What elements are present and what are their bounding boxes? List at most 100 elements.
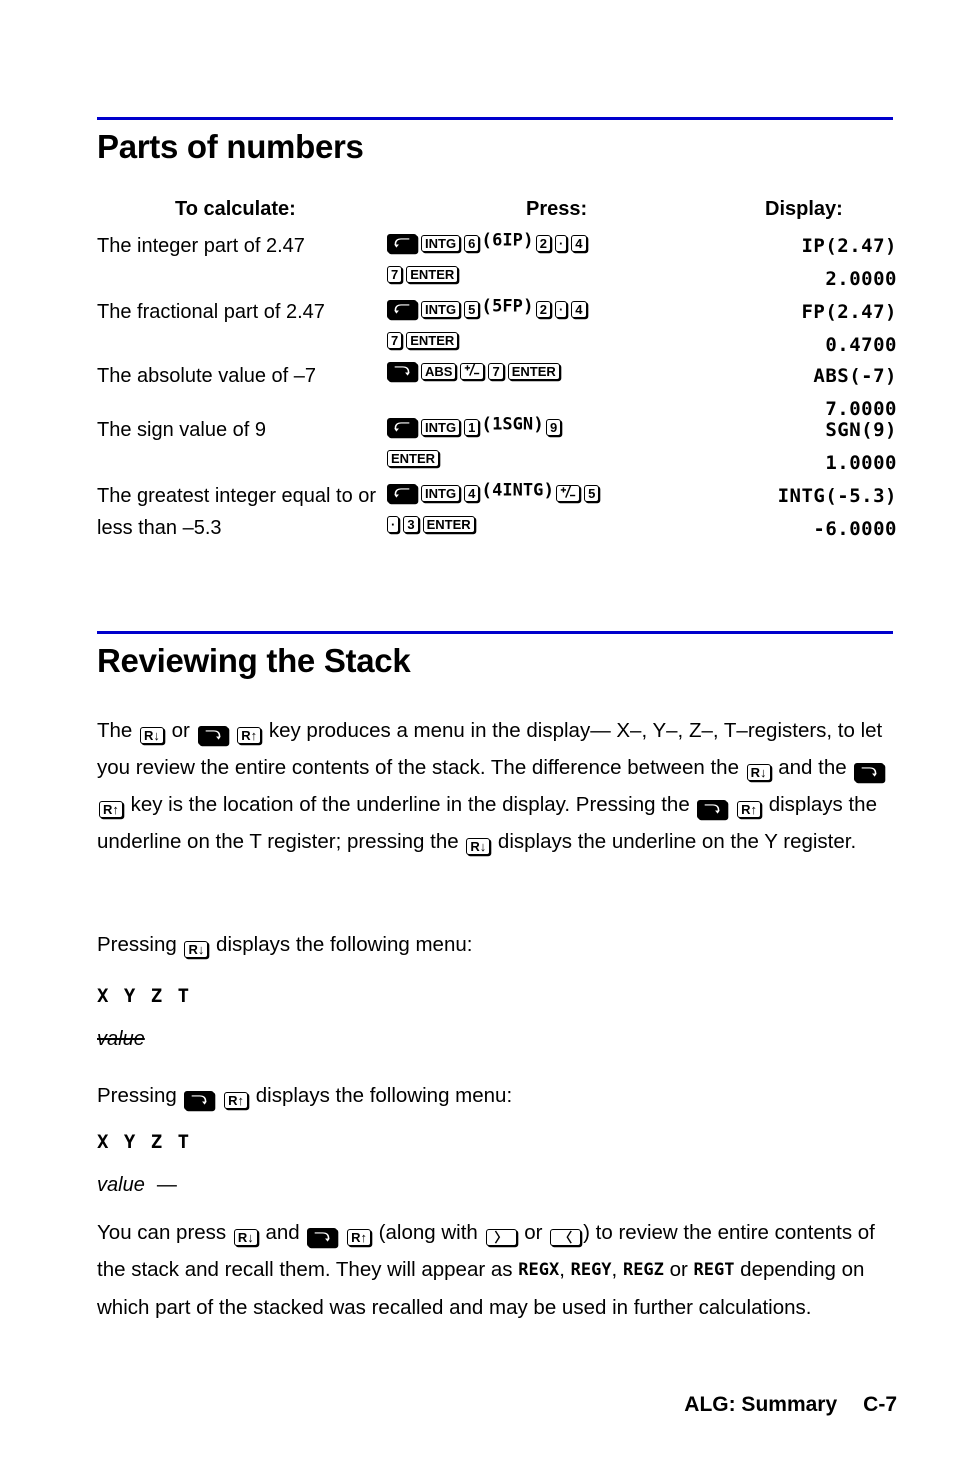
key-4[interactable]: 4 bbox=[571, 300, 587, 318]
key-enter[interactable]: ENTER bbox=[387, 450, 440, 467]
shift-left-arrow-key-icon[interactable] bbox=[387, 299, 417, 319]
keystroke-line: 7 ENTER bbox=[385, 263, 705, 296]
key-enter[interactable]: ENTER bbox=[406, 332, 459, 349]
key-2[interactable]: 2 bbox=[535, 234, 551, 252]
block1-menu-line: X Y Z T bbox=[97, 985, 192, 1007]
key-[interactable]: 〈 bbox=[550, 1229, 582, 1246]
table-row: The fractional part of 2.47 INTG 5 (5FP) 2 · 4… bbox=[97, 296, 897, 362]
keystroke-line: · 3 ENTER bbox=[385, 513, 705, 546]
paren: ( bbox=[481, 230, 493, 251]
key-[interactable]: · bbox=[554, 234, 568, 252]
shift-left-arrow-key-icon[interactable] bbox=[387, 417, 417, 437]
roll-down-key[interactable]: R↓ bbox=[466, 838, 491, 855]
row-description: The fractional part of 2.47 bbox=[97, 301, 325, 323]
roll-up-key[interactable]: R↑ bbox=[99, 801, 123, 818]
display-line: INTG(-5.3) bbox=[777, 485, 897, 507]
shift-right-arrow-key-icon[interactable] bbox=[184, 1091, 215, 1110]
roll-down-key[interactable]: R↓ bbox=[746, 764, 771, 781]
roll-up-key[interactable]: R↑ bbox=[237, 727, 262, 744]
roll-down-key[interactable]: R↓ bbox=[233, 1229, 258, 1246]
shift-right-arrow-key-icon[interactable] bbox=[197, 726, 228, 745]
plus-minus-key[interactable] bbox=[556, 484, 581, 502]
display-line: -6.0000 bbox=[813, 518, 897, 540]
key-[interactable]: · bbox=[554, 300, 568, 318]
roll-up-key[interactable]: R↑ bbox=[224, 1092, 249, 1109]
shift-right-arrow-key-icon[interactable] bbox=[387, 362, 417, 381]
row-description: The absolute value of –7 bbox=[97, 365, 317, 387]
column-header-calculate: To calculate: bbox=[175, 198, 296, 220]
display-line: 2.0000 bbox=[825, 268, 897, 290]
display-line: ABS(-7) bbox=[813, 365, 897, 387]
paren: ( bbox=[481, 480, 493, 501]
block1-lead-paragraph: Pressing R↓ displays the following menu: bbox=[97, 933, 473, 958]
paren: ) bbox=[522, 296, 534, 317]
key-intg[interactable]: INTG bbox=[421, 484, 461, 502]
display-line: 1.0000 bbox=[825, 452, 897, 474]
table-header-row: To calculate: Press: Display: bbox=[97, 198, 897, 228]
key-enter[interactable]: ENTER bbox=[406, 266, 459, 283]
display-line: SGN(9) bbox=[825, 419, 897, 441]
section-rule-stack bbox=[97, 631, 893, 634]
shift-right-arrow-key-icon[interactable] bbox=[854, 763, 885, 782]
table-row: The sign value of 9 INTG 1 (1SGN) 9 ENTER SGN(… bbox=[97, 414, 897, 480]
key-5[interactable]: 5 bbox=[464, 300, 480, 318]
table-row: The integer part of 2.47 INTG 6 (6IP) 2 · 4 7 EN… bbox=[97, 230, 897, 296]
keystroke-line: ABS 7 ENTER bbox=[385, 360, 705, 393]
key-enter[interactable]: ENTER bbox=[422, 516, 475, 533]
keystroke-line: INTG 6 (6IP) 2 · 4 bbox=[385, 230, 705, 263]
block2-menu-line: X Y Z T bbox=[97, 1131, 192, 1153]
key-intg[interactable]: INTG bbox=[421, 300, 461, 318]
page-title-parts: Parts of numbers bbox=[97, 128, 364, 165]
keystroke-line: INTG 1 (1SGN) 9 bbox=[385, 414, 705, 447]
key-3[interactable]: 3 bbox=[403, 516, 419, 533]
shift-right-arrow-key-icon[interactable] bbox=[697, 800, 728, 819]
roll-up-key[interactable]: R↑ bbox=[347, 1229, 371, 1246]
paren: ) bbox=[522, 230, 534, 251]
roll-down-key[interactable]: R↓ bbox=[140, 727, 164, 744]
shift-left-arrow-key-icon[interactable] bbox=[387, 233, 417, 253]
shift-right-arrow-key-icon[interactable] bbox=[307, 1228, 338, 1247]
key-abs[interactable]: ABS bbox=[421, 363, 457, 380]
stack-outro-paragraph: You can press R↓ and R↑ (along with 〉 or… bbox=[97, 1221, 875, 1320]
paren: ) bbox=[543, 480, 555, 501]
row-keystrokes: INTG 6 (6IP) 2 · 4 7 ENTER bbox=[385, 230, 705, 296]
key-5[interactable]: 5 bbox=[584, 484, 600, 502]
lcd-text: REGX bbox=[518, 1260, 560, 1281]
paren: ( bbox=[481, 414, 493, 435]
key-2[interactable]: 2 bbox=[535, 300, 551, 318]
key-1[interactable]: 1 bbox=[464, 418, 480, 436]
lcd-text: 4INTG bbox=[492, 480, 544, 501]
roll-up-key[interactable]: R↑ bbox=[737, 801, 762, 818]
block1-value-label: value bbox=[97, 1028, 145, 1051]
page-title-stack: Reviewing the Stack bbox=[97, 642, 411, 679]
key-6[interactable]: 6 bbox=[464, 234, 480, 252]
key-9[interactable]: 9 bbox=[545, 418, 562, 436]
table-row: The greatest integer equal to or less th… bbox=[97, 480, 897, 546]
lcd-text: REGT bbox=[693, 1260, 735, 1281]
shift-left-arrow-key-icon[interactable] bbox=[387, 483, 417, 503]
key-4[interactable]: 4 bbox=[571, 234, 587, 252]
key-[interactable]: 〉 bbox=[485, 1229, 517, 1246]
key-4[interactable]: 4 bbox=[464, 484, 480, 502]
key-7[interactable]: 7 bbox=[387, 332, 403, 349]
row-description: The integer part of 2.47 bbox=[97, 235, 305, 257]
key-7[interactable]: 7 bbox=[387, 266, 403, 283]
table-body: The integer part of 2.47 INTG 6 (6IP) 2 · 4 7 EN… bbox=[97, 228, 897, 540]
key-7[interactable]: 7 bbox=[488, 363, 504, 380]
section-rule-parts bbox=[97, 117, 893, 120]
keystroke-line: 7 ENTER bbox=[385, 329, 705, 362]
key-intg[interactable]: INTG bbox=[421, 418, 461, 436]
roll-down-key[interactable]: R↓ bbox=[184, 941, 209, 958]
row-keystrokes: INTG 5 (5FP) 2 · 4 7 ENTER bbox=[385, 296, 705, 362]
plus-minus-key[interactable] bbox=[460, 363, 485, 380]
page-footer: ALG: Summary C-7 bbox=[97, 1393, 897, 1417]
key-enter[interactable]: ENTER bbox=[507, 363, 560, 380]
value-text: value bbox=[97, 1174, 145, 1196]
lcd-text: REGY bbox=[570, 1260, 612, 1281]
value-text: value bbox=[97, 1028, 145, 1050]
key-intg[interactable]: INTG bbox=[421, 234, 461, 252]
footer-page-number: C-7 bbox=[863, 1393, 897, 1416]
lcd-text: 6IP bbox=[492, 230, 523, 251]
underline-marker: — bbox=[156, 1174, 177, 1196]
key-[interactable]: · bbox=[387, 516, 400, 533]
